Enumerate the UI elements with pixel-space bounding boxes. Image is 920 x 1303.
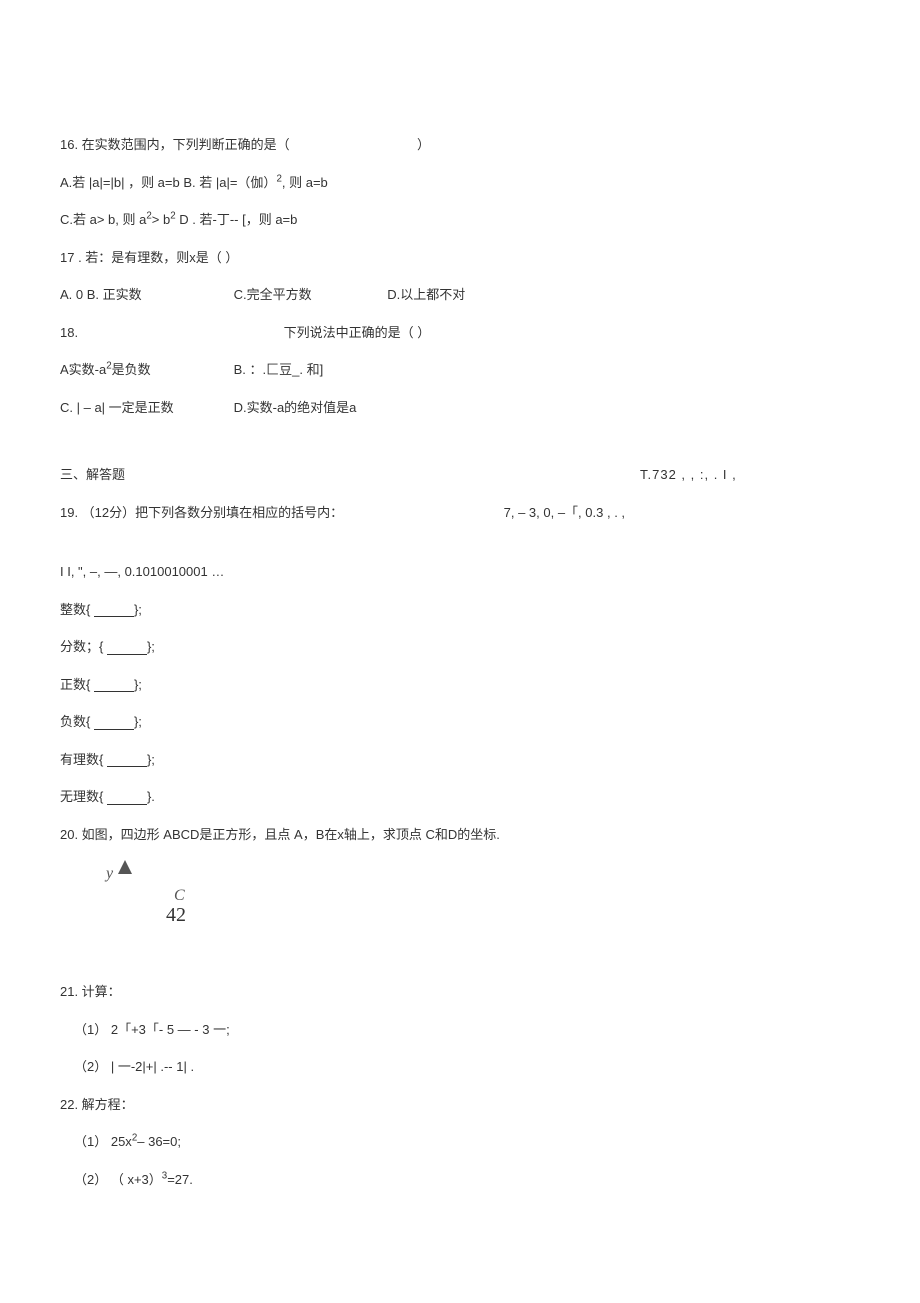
q16-ab-pre: A.若 |a|=|b| ，则 a=b B. 若 |a|=（伽） (60, 175, 276, 190)
q19-f5-post: }; (147, 752, 155, 767)
q19-f6-post: }. (147, 789, 155, 804)
q21-stem: 21. 计算： (60, 982, 860, 1002)
q19-f4-pre: 负数{ (60, 714, 94, 729)
q19-blank-neg[interactable] (94, 716, 134, 730)
q22-part1: （1） 25x2– 36=0; (60, 1132, 860, 1152)
q19-right-top: T.732 , , :, . I , (640, 465, 900, 485)
q19-fill-neg: 负数{ }; (60, 712, 860, 732)
q19-f3-pre: 正数{ (60, 677, 94, 692)
q19-stem: 19. （12分）把下列各数分别填在相应的括号内： (60, 503, 440, 523)
q19-blank-rat[interactable] (107, 753, 147, 767)
q19-fill-int: 整数{ }; (60, 600, 860, 620)
q19-f2-pre: 分数；{ (60, 639, 107, 654)
q19-fill-frac: 分数；{ }; (60, 637, 860, 657)
q22-p2-post: =27. (167, 1172, 193, 1187)
q16-ab-post: , 则 a=b (282, 175, 328, 190)
q19-blank-int[interactable] (94, 603, 134, 617)
q22-p1-pre: （1） 25x (74, 1134, 132, 1149)
q19-right-bot: 7, – 3, 0, –「, 0.3 , . , (504, 503, 625, 523)
q20-stem: 20. 如图，四边形 ABCD是正方形，且点 A，B在x轴上，求顶点 C和D的坐… (60, 825, 860, 845)
q22-p1-post: – 36=0; (137, 1134, 181, 1149)
q19-fill-rat: 有理数{ }; (60, 750, 860, 770)
q19-blank-pos[interactable] (94, 678, 134, 692)
q19-f6-pre: 无理数{ (60, 789, 107, 804)
section3-row: 三、解答题 T.732 , , :, . I , (60, 465, 860, 485)
q19-f3-post: }; (134, 677, 142, 692)
section3-heading: 三、解答题 (60, 467, 125, 482)
q21-part2: （2） | 一-2|+| .-- 1| . (60, 1057, 860, 1077)
q20-figure: y C 42 (90, 862, 860, 922)
q17-opt-c: C.完全平方数 (234, 285, 384, 305)
q19-line2: I I, ", –, —, 0.1010010001 … (60, 562, 860, 582)
q18-stem: 下列说法中正确的是（ ） (284, 323, 431, 343)
spacer2 (60, 540, 860, 562)
worksheet-page: 16. 在实数范围内，下列判断正确的是（ ） A.若 |a|=|b| ，则 a=… (0, 0, 920, 1267)
q19-blank-irr[interactable] (107, 791, 147, 805)
q18-stem-row: 18. 下列说法中正确的是（ ） (60, 323, 860, 343)
q18-opt-a-wrap: A实数-a2是负数 (60, 360, 230, 380)
q18-opt-d: D.实数-a的绝对值是a (234, 398, 357, 418)
q18-num: 18. (60, 323, 280, 343)
q22-part2: （2） （ x+3）3=27. (60, 1170, 860, 1190)
q19-f1-pre: 整数{ (60, 602, 94, 617)
q16-opt-cd: C.若 a> b, 则 a2> b2 D . 若-丁-- [，则 a=b (60, 210, 860, 230)
q19-f1-post: }; (134, 602, 142, 617)
q19-blank-frac[interactable] (107, 641, 147, 655)
q16-c-post: D . 若-丁-- [，则 a=b (176, 212, 298, 227)
q18-opt-c: C. | – a| 一定是正数 (60, 398, 230, 418)
q18-opt-cd: C. | – a| 一定是正数 D.实数-a的绝对值是a (60, 398, 860, 418)
q17-options: A. 0 B. 正实数 C.完全平方数 D.以上都不对 (60, 285, 860, 305)
q19-f5-pre: 有理数{ (60, 752, 107, 767)
q17-stem: 17 . 若：是有理数，则x是（ ） (60, 248, 860, 268)
q16-c-mid: > b (152, 212, 170, 227)
q16-stem: 16. 在实数范围内，下列判断正确的是（ ） (60, 135, 860, 155)
q19-f4-post: }; (134, 714, 142, 729)
q22-p2-pre: （2） （ x+3） (74, 1172, 162, 1187)
q18-a-pre: A实数-a (60, 360, 106, 380)
q18-a-post: 是负数 (112, 360, 151, 380)
q18-opt-b: B. ：.匚豆_. 和] (234, 360, 324, 380)
q18-opt-ab: A实数-a2是负数 B. ：.匚豆_. 和] (60, 360, 860, 380)
q16-stem-pre: 16. 在实数范围内，下列判断正确的是（ (60, 137, 290, 152)
q16-opt-ab: A.若 |a|=|b| ，则 a=b B. 若 |a|=（伽）2, 则 a=b (60, 173, 860, 193)
axis-y-label: y (106, 862, 113, 886)
arrow-up-icon (118, 860, 132, 874)
q17-opt-d: D.以上都不对 (387, 285, 465, 305)
q22-stem: 22. 解方程： (60, 1095, 860, 1115)
q17-opt-a: A. 0 B. 正实数 (60, 285, 230, 305)
spacer (60, 435, 860, 465)
q16-stem-post: ） (417, 137, 430, 152)
q19-fill-irr: 无理数{ }. (60, 787, 860, 807)
q19-fill-pos: 正数{ }; (60, 675, 860, 695)
figure-number: 42 (166, 900, 186, 930)
q19-f2-post: }; (147, 639, 155, 654)
q19-stem-row: 19. （12分）把下列各数分别填在相应的括号内： 7, – 3, 0, –「,… (60, 503, 860, 523)
q16-c-pre: C.若 a> b, 则 a (60, 212, 146, 227)
q21-part1: （1） 2「+3「- 5 — - 3 一; (60, 1020, 860, 1040)
